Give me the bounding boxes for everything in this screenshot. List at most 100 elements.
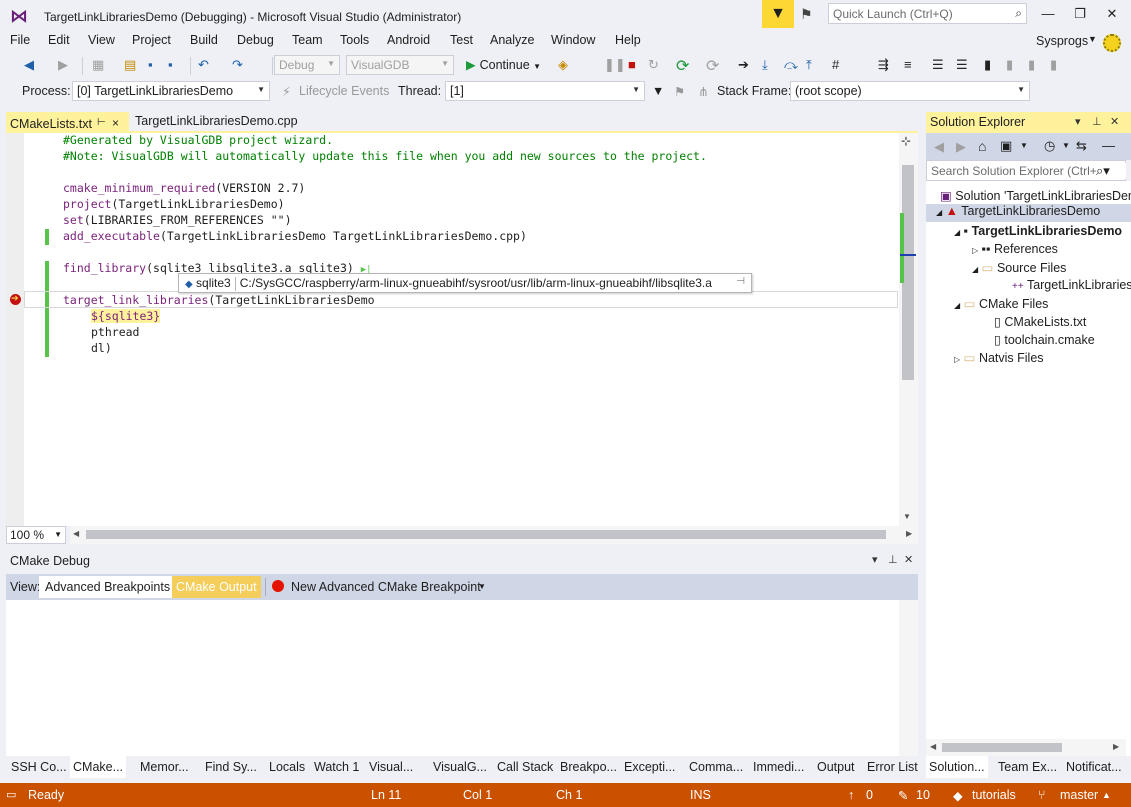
scrollbar-thumb[interactable] [86,530,886,539]
cmake-vertical-scrollbar[interactable] [899,600,918,756]
align-icon[interactable]: ≡ [904,57,912,72]
variable-reference[interactable]: ${sqlite3} [91,309,161,323]
menu-view[interactable]: View [88,33,115,47]
tab-output[interactable]: Output [817,760,855,774]
tab-find-symbol[interactable]: Find Sy... [205,760,257,774]
menu-analyze[interactable]: Analyze [490,33,534,47]
tab-memory[interactable]: Memor... [140,760,189,774]
chevron-down-icon[interactable]: ▾ [1075,115,1081,128]
undo-icon[interactable]: ↶ [198,57,209,73]
cmake-output-area[interactable] [6,600,918,756]
pin-icon[interactable]: ⊣ [736,276,745,287]
refresh-icon[interactable]: ⟳ [676,56,689,76]
forward-icon[interactable]: ▶ [956,139,966,155]
pin-icon[interactable]: ⊥ [1092,115,1102,128]
tab-visualgdb[interactable]: VisualG... [433,760,487,774]
filter-thread-icon[interactable]: ▼ [652,84,664,98]
tab-cmake-output[interactable]: CMake Output [172,576,261,598]
menu-tools[interactable]: Tools [340,33,369,47]
menu-android[interactable]: Android [387,33,430,47]
sun-icon[interactable] [1103,34,1121,52]
repository-name[interactable]: tutorials [972,788,1016,802]
process-combo[interactable]: [0] TargetLinkLibrariesDemo ▼ [72,81,270,101]
tab-solution-explorer[interactable]: Solution... [926,756,988,778]
tab-notifications[interactable]: Notificat... [1066,760,1122,774]
tab-exception-settings[interactable]: Excepti... [624,760,675,774]
tab-cmakelists[interactable]: CMakeLists.txt ⊢ × [6,112,129,132]
menu-test[interactable]: Test [450,33,473,47]
bookmark-icon[interactable]: ▮ [984,57,991,73]
minimize-button[interactable]: — [1036,6,1060,21]
menu-file[interactable]: File [10,33,30,47]
tab-ssh-console[interactable]: SSH Co... [11,760,67,774]
switch-views-icon[interactable]: ▣ [1000,138,1012,154]
pin-icon[interactable]: ⊥ [888,553,898,566]
scroll-left-icon[interactable]: ◀ [73,529,79,538]
forward-icon[interactable]: ▶ [58,57,68,73]
close-icon[interactable]: ✕ [904,553,913,566]
platform-combo[interactable]: VisualGDB ▼ [346,55,454,75]
menu-window[interactable]: Window [551,33,595,47]
tree-item-references[interactable]: ▷ ▪▪ References [972,242,1058,256]
tab-immediate-window[interactable]: Immedi... [753,760,804,774]
new-breakpoint-button[interactable]: New Advanced CMake Breakpoint [291,580,481,594]
tree-item-cmake-files[interactable]: ◢ ▭ CMake Files [954,296,1048,311]
breakpoint-margin[interactable] [6,133,24,526]
branch-name[interactable]: master [1060,788,1098,802]
tab-watch-1[interactable]: Watch 1 [314,760,359,774]
redo-icon[interactable]: ↷ [232,57,243,73]
pin-icon[interactable]: ⊢ [97,117,106,128]
chevron-down-icon[interactable]: ▼ [1088,34,1097,44]
tree-item-toolchain[interactable]: ▯ toolchain.cmake [994,332,1095,347]
data-tip-value[interactable]: C:/SysGCC/raspberry/arm-linux-gnueabihf/… [240,276,712,290]
pending-changes-icon[interactable]: ◷ [1044,138,1055,154]
solution-explorer-horizontal-scrollbar[interactable]: ◀ ▶ [926,739,1126,756]
show-next-statement-icon[interactable]: ➔ [738,57,749,73]
close-icon[interactable]: ✕ [1110,115,1119,128]
stack-frame-combo[interactable]: (root scope) ▼ [790,81,1030,101]
filter-icon[interactable]: ▼ [762,0,794,28]
bookmark-clear-icon[interactable]: ▮ [1050,57,1057,73]
step-out-icon[interactable]: ⤒ [806,57,812,73]
stop-icon[interactable]: ■ [628,57,636,72]
chevron-down-icon[interactable]: ▾ [872,553,878,566]
step-into-icon[interactable]: ⤓ [762,57,768,73]
pending-changes[interactable]: 10 [916,788,930,802]
tree-item-cpp-file[interactable]: ++ TargetLinkLibrariesDemo.cpp [1012,278,1131,292]
home-icon[interactable]: ⌂ [978,138,986,154]
scroll-right-icon[interactable]: ▶ [906,529,912,538]
close-icon[interactable]: × [112,116,119,130]
tree-item-cmakelists[interactable]: ▯ CMakeLists.txt [994,314,1086,329]
push-icon[interactable]: ↑ [848,788,854,802]
open-file-icon[interactable]: ▤ [124,57,136,73]
tab-breakpoints[interactable]: Breakpo... [560,760,617,774]
zoom-combo[interactable]: 100 % ▼ [6,526,66,544]
chevron-down-icon[interactable]: ▼ [1062,141,1070,150]
tab-command-window[interactable]: Comma... [689,760,743,774]
restart-icon[interactable]: ↻ [648,57,659,73]
menu-debug[interactable]: Debug [237,33,274,47]
data-tip[interactable]: ◆ sqlite3 C:/SysGCC/raspberry/arm-linux-g… [178,273,752,293]
configuration-combo[interactable]: Debug ▼ [274,55,340,75]
scrollbar-thumb[interactable] [942,743,1062,752]
tab-team-explorer[interactable]: Team Ex... [998,760,1057,774]
indent-icon[interactable]: ☰ [932,57,944,73]
menu-build[interactable]: Build [190,33,218,47]
search-icon[interactable]: ⌕▾ [1096,163,1126,179]
pause-icon[interactable]: ❚❚ [604,57,626,73]
tab-cmake-debug[interactable]: CMake... [70,756,127,778]
hex-display-icon[interactable]: # [832,57,839,72]
sync-icon[interactable]: ⇆ [1076,138,1087,154]
pencil-icon[interactable]: ✎ [898,788,908,803]
tab-locals[interactable]: Locals [269,760,305,774]
scroll-left-icon[interactable]: ◀ [930,742,936,751]
account-name[interactable]: Sysprogs [1036,34,1088,48]
new-project-icon[interactable]: ▦ [92,57,104,73]
bookmark-prev-icon[interactable]: ▮ [1006,57,1013,73]
menu-edit[interactable]: Edit [48,33,70,47]
menu-help[interactable]: Help [615,33,641,47]
quick-launch-input[interactable]: Quick Launch (Ctrl+Q) ⌕ [828,3,1027,24]
back-icon[interactable]: ◀ [934,139,944,155]
tab-visual[interactable]: Visual... [369,760,413,774]
bookmark-next-icon[interactable]: ▮ [1028,57,1035,73]
